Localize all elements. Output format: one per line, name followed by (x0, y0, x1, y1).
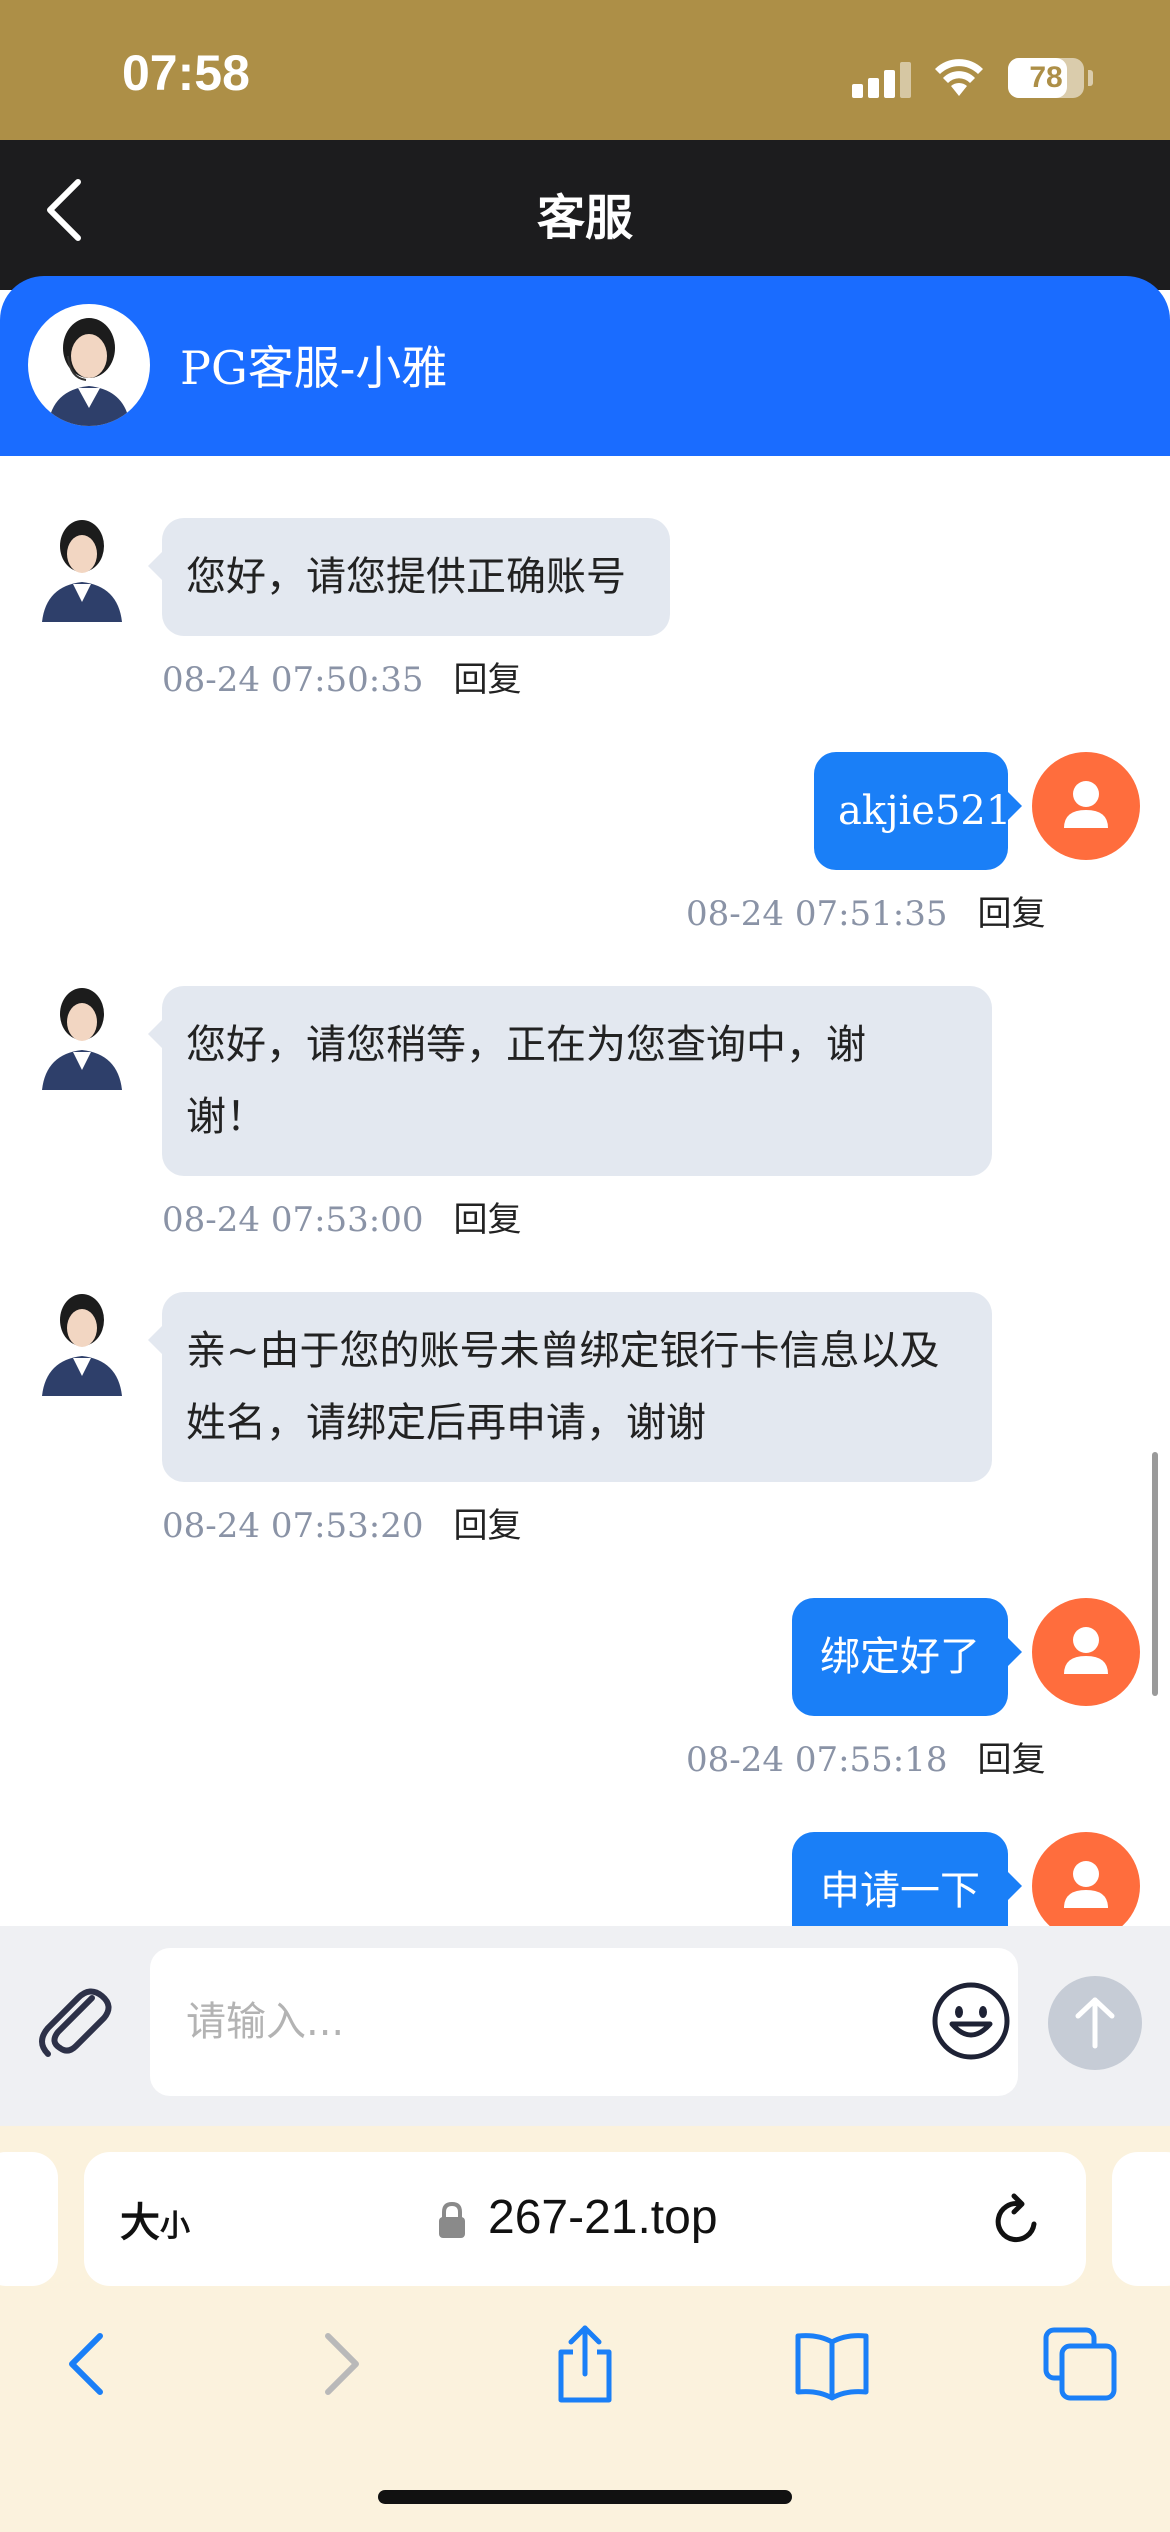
forward-nav-icon[interactable] (298, 2322, 382, 2406)
agent-portrait-icon (48, 318, 130, 426)
attachment-icon[interactable] (34, 1980, 116, 2062)
agent-message-avatar (32, 512, 132, 622)
reply-button[interactable]: 回复 (978, 1740, 1046, 1780)
message-text: 亲~由于您的账号未曾绑定银行卡信息以及 (186, 1328, 940, 1374)
chat-messages[interactable]: 您好，请您提供正确账号 08-24 07:50:35 回复 akjie521 08… (0, 456, 1170, 1926)
cellular-signal-icon (852, 62, 912, 98)
message-meta: 08-24 07:53:20 回复 (162, 1498, 522, 1547)
user-icon (1064, 781, 1108, 828)
message-text: 您好，请您提供正确账号 (186, 554, 626, 600)
tabs-icon[interactable] (1038, 2322, 1122, 2406)
agent-message-avatar (32, 1286, 132, 1396)
agent-portrait-icon (42, 988, 122, 1090)
home-indicator (378, 2490, 792, 2504)
message-text: akjie521 (838, 788, 1012, 834)
message-bubble: 绑定好了 (792, 1598, 1022, 1716)
agent-avatar (28, 304, 150, 426)
lock-icon (439, 2201, 465, 2238)
agent-header (0, 276, 1170, 456)
message-text: 申请一下 (820, 1868, 980, 1914)
message-bubble: 亲~由于您的账号未曾绑定银行卡信息以及 姓名，请绑定后再申请，谢谢 (148, 1292, 992, 1482)
back-nav-icon[interactable] (46, 2322, 130, 2406)
send-button[interactable] (1048, 1976, 1142, 2070)
message-timestamp: 08-24 07:51:35 (686, 894, 948, 934)
url-text[interactable]: 267-21.top (488, 2190, 718, 2245)
message-timestamp: 08-24 07:55:18 (686, 1740, 948, 1780)
message-text: 姓名，请绑定后再申请，谢谢 (186, 1400, 706, 1446)
text-size-label: 大 (120, 2200, 160, 2246)
battery-tip (1088, 70, 1093, 86)
arrow-up-icon (1075, 1997, 1115, 2049)
text-size-label-small: 小 (160, 2209, 190, 2244)
message-text: 谢！ (186, 1094, 266, 1140)
user-avatar (1032, 1832, 1140, 1926)
message-timestamp: 08-24 07:50:35 (162, 660, 424, 700)
user-icon (1064, 1861, 1108, 1908)
reply-button[interactable]: 回复 (454, 1200, 522, 1240)
text-size-button[interactable]: 大小 (120, 2190, 190, 2248)
message-bubble: 申请一下 (792, 1832, 1022, 1926)
battery-icon: 78 (1008, 58, 1084, 98)
reload-icon[interactable] (990, 2190, 1046, 2250)
message-timestamp: 08-24 07:53:20 (162, 1506, 424, 1546)
message-text: 绑定好了 (820, 1634, 980, 1680)
message-bubble: 您好，请您提供正确账号 (148, 518, 670, 636)
agent-portrait-icon (42, 1294, 122, 1396)
reply-button[interactable]: 回复 (454, 1506, 522, 1546)
message-meta: 08-24 07:50:35 回复 (162, 652, 522, 701)
user-avatar (1032, 1598, 1140, 1706)
battery-level: 78 (1029, 61, 1063, 94)
user-icon (1064, 1627, 1108, 1674)
scrollbar[interactable] (1152, 1452, 1158, 1696)
user-avatar (1032, 752, 1140, 860)
message-bubble: akjie521 (814, 752, 1022, 870)
reply-button[interactable]: 回复 (454, 660, 522, 700)
agent-portrait-icon (42, 520, 122, 622)
message-meta: 08-24 07:55:18 回复 (686, 1732, 1046, 1781)
message-bubble: 您好，请您稍等，正在为您查询中，谢 谢！ (148, 986, 992, 1176)
previous-tab-preview[interactable] (0, 2152, 58, 2286)
reply-button[interactable]: 回复 (978, 894, 1046, 934)
next-tab-preview[interactable] (1112, 2152, 1170, 2286)
message-input[interactable] (150, 1948, 1018, 2096)
message-text: 您好，请您稍等，正在为您查询中，谢 (186, 1022, 866, 1068)
emoji-icon[interactable] (930, 1980, 1012, 2062)
share-icon[interactable] (543, 2322, 627, 2406)
wifi-icon (935, 59, 983, 96)
agent-name: PG客服-小雅 (180, 341, 448, 395)
status-time: 07:58 (122, 45, 250, 101)
message-meta: 08-24 07:53:00 回复 (162, 1192, 522, 1241)
message-timestamp: 08-24 07:53:00 (162, 1200, 424, 1240)
page-title: 客服 (536, 190, 633, 246)
bookmarks-icon[interactable] (790, 2322, 874, 2406)
agent-message-avatar (32, 980, 132, 1090)
message-meta: 08-24 07:51:35 回复 (686, 886, 1046, 935)
